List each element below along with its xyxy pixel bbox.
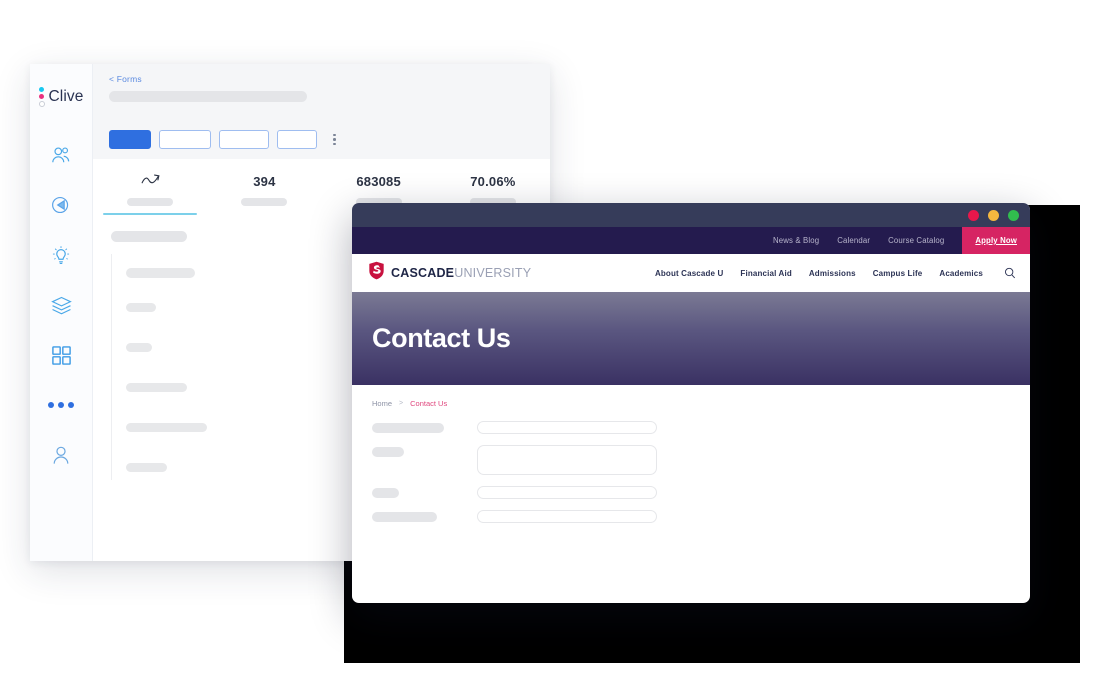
logo-text: CASCADEUNIVERSITY <box>391 266 531 280</box>
field-input[interactable] <box>477 421 657 434</box>
sidebar-item-apps[interactable] <box>39 333 83 377</box>
apply-now-button[interactable]: Apply Now <box>962 227 1030 254</box>
toolbar-more-icon[interactable] <box>331 132 338 148</box>
field-label-placeholder <box>372 447 404 457</box>
sidebar-item-more[interactable] <box>39 383 83 427</box>
maximize-button-icon[interactable] <box>1008 209 1019 221</box>
nav-item-campus-life[interactable]: Campus Life <box>873 269 923 278</box>
field-label-placeholder <box>372 488 399 498</box>
page-title-placeholder <box>109 91 307 102</box>
grid-icon <box>51 345 72 366</box>
site-main-nav: About Cascade U Financial Aid Admissions… <box>655 267 1016 279</box>
app-topbar: < Forms <box>93 64 550 118</box>
field-input[interactable] <box>477 510 657 523</box>
field-textarea[interactable] <box>477 445 657 475</box>
field-label-placeholder <box>126 462 167 472</box>
search-icon[interactable] <box>1004 267 1016 279</box>
close-button-icon[interactable] <box>968 209 979 221</box>
layers-icon <box>50 295 73 316</box>
stat-card-count[interactable]: 394 <box>207 173 321 215</box>
trend-chart-icon <box>141 173 160 191</box>
users-icon <box>50 145 72 165</box>
utility-link-news-blog[interactable]: News & Blog <box>764 227 828 254</box>
breadcrumb-current: Contact Us <box>410 399 448 408</box>
browser-window: News & Blog Calendar Course Catalog Appl… <box>352 203 1030 603</box>
toolbar-button-2[interactable] <box>159 130 211 149</box>
form-row <box>372 445 657 475</box>
breadcrumb-home-link[interactable]: Home <box>372 399 392 408</box>
browser-titlebar <box>352 203 1030 227</box>
cascade-university-logo[interactable]: CASCADEUNIVERSITY <box>368 261 531 285</box>
megaphone-icon <box>50 195 72 215</box>
stat-value: 683085 <box>356 174 401 189</box>
field-label-placeholder <box>126 342 152 352</box>
field-label-placeholder <box>372 423 444 433</box>
clive-logo: Clive <box>38 87 84 107</box>
stat-value: 394 <box>253 174 276 189</box>
shield-icon <box>368 261 385 285</box>
breadcrumb-back-link[interactable]: < Forms <box>109 74 534 84</box>
section-title-placeholder <box>111 231 187 242</box>
stat-label-placeholder <box>241 198 288 206</box>
utility-link-course-catalog[interactable]: Course Catalog <box>879 227 953 254</box>
nav-item-admissions[interactable]: Admissions <box>809 269 856 278</box>
field-label-placeholder <box>372 512 437 522</box>
page-body: Home > Contact Us <box>352 385 1030 523</box>
field-label-placeholder <box>126 382 187 392</box>
sidebar-item-users[interactable] <box>39 133 83 177</box>
account-icon <box>50 444 72 466</box>
app-sidebar: Clive <box>30 64 93 561</box>
nav-item-financial-aid[interactable]: Financial Aid <box>740 269 791 278</box>
form-heading-placeholder <box>126 268 195 278</box>
breadcrumb-separator-icon: > <box>399 400 404 407</box>
toolbar-button-primary[interactable] <box>109 130 151 149</box>
field-label-placeholder <box>126 302 156 312</box>
sidebar-item-insights[interactable] <box>39 233 83 277</box>
field-label-placeholder <box>126 422 207 432</box>
toolbar-button-4[interactable] <box>277 130 317 149</box>
sidebar-item-account[interactable] <box>39 433 83 477</box>
site-header: CASCADEUNIVERSITY About Cascade U Financ… <box>352 254 1030 292</box>
stat-value: 70.06% <box>470 174 516 189</box>
stat-card-trend[interactable] <box>93 173 207 215</box>
minimize-button-icon[interactable] <box>988 209 999 221</box>
nav-item-academics[interactable]: Academics <box>939 269 983 278</box>
lightbulb-icon <box>50 244 72 266</box>
hero-banner: Contact Us <box>352 292 1030 385</box>
toolbar-button-3[interactable] <box>219 130 269 149</box>
field-input[interactable] <box>477 486 657 499</box>
breadcrumb: Home > Contact Us <box>372 399 1010 408</box>
form-row <box>372 510 657 523</box>
page-title: Contact Us <box>372 323 511 353</box>
app-toolbar <box>93 118 550 159</box>
logo-dots-icon <box>38 87 45 107</box>
contact-form-placeholder <box>372 421 657 523</box>
utility-link-calendar[interactable]: Calendar <box>828 227 879 254</box>
logo-light-text: UNIVERSITY <box>454 266 532 280</box>
stat-label-placeholder <box>127 198 174 206</box>
brand-name: Clive <box>48 88 84 105</box>
form-row <box>372 486 657 499</box>
utility-nav-bar: News & Blog Calendar Course Catalog Appl… <box>352 227 1030 254</box>
more-dots-icon <box>48 402 74 408</box>
logo-bold-text: CASCADE <box>391 266 455 280</box>
form-row <box>372 421 657 434</box>
sidebar-item-content[interactable] <box>39 283 83 327</box>
nav-item-about-cascade-u[interactable]: About Cascade U <box>655 269 723 278</box>
sidebar-item-campaigns[interactable] <box>39 183 83 227</box>
